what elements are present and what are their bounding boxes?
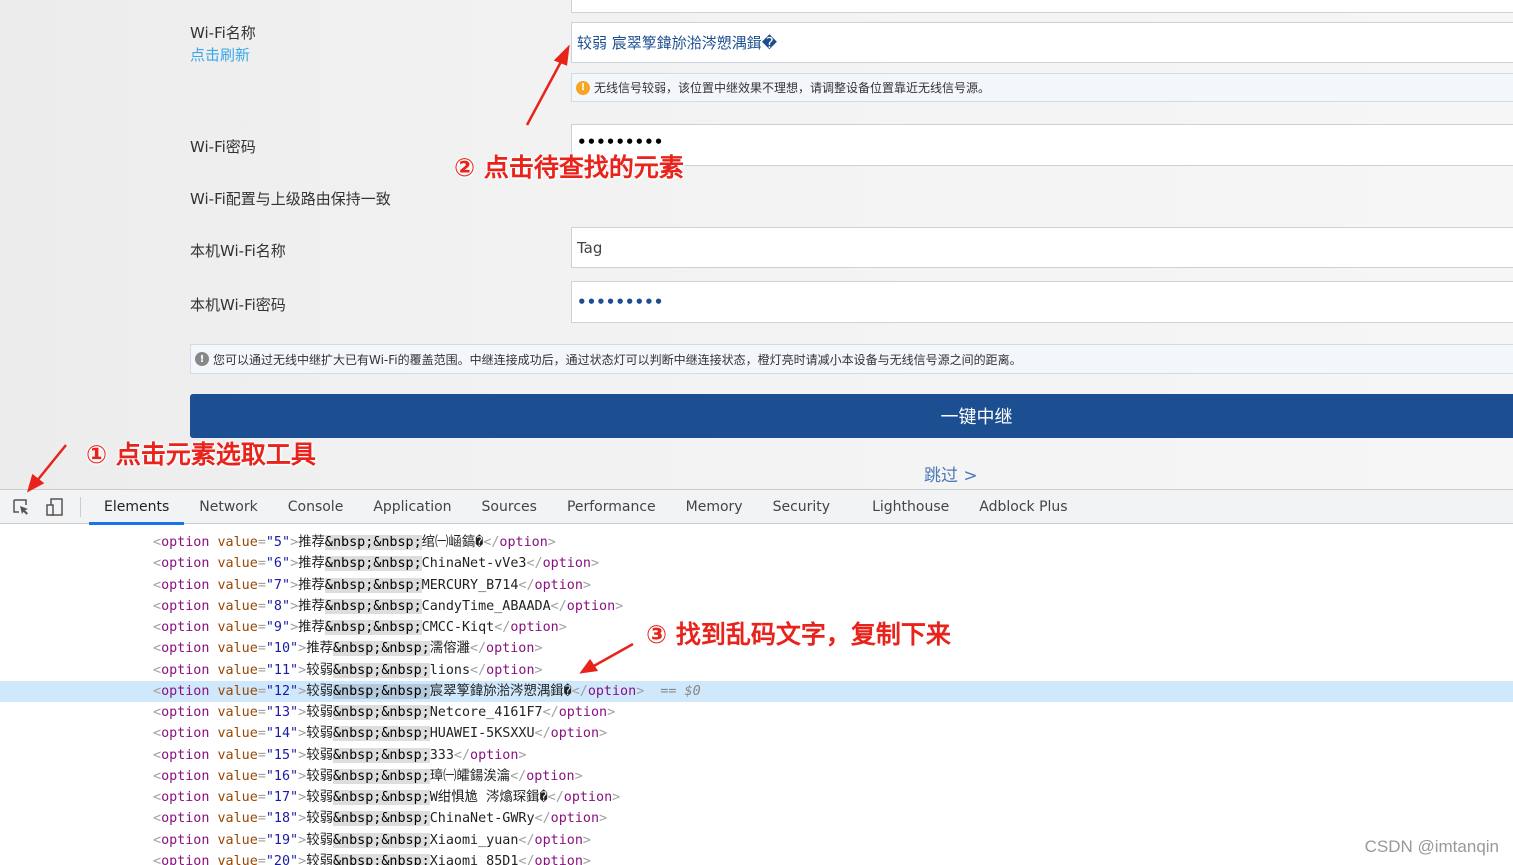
arrowhead-step3	[579, 658, 599, 674]
annotation-step1: ① 点击元素选取工具	[86, 440, 316, 469]
annotation-step2: ② 点击待查找的元素	[454, 153, 684, 182]
arrowhead-step2	[553, 44, 570, 66]
arrow-step2	[525, 57, 565, 126]
arrow-step3	[591, 642, 634, 669]
annotation-arrows	[26, 44, 634, 674]
annotation-step3: ③ 找到乱码文字，复制下来	[646, 620, 951, 649]
arrow-step1	[35, 444, 67, 483]
